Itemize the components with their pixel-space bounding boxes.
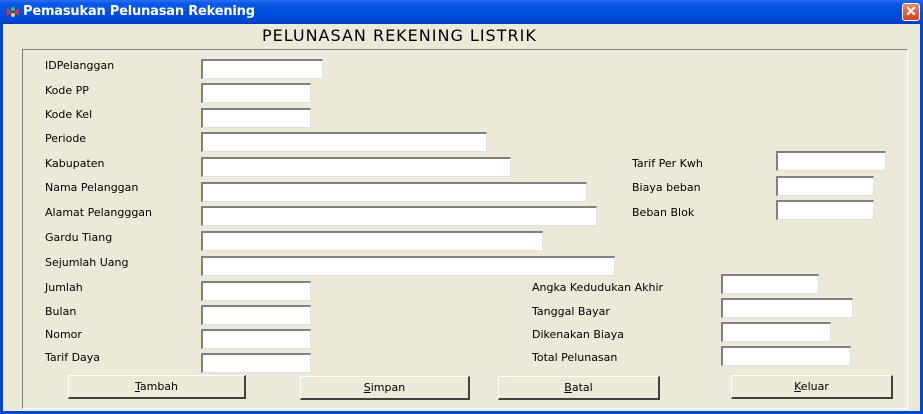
batal-mnemonic: B xyxy=(564,381,572,394)
label-kode-kel: Kode Kel xyxy=(45,108,93,121)
nama-pelanggan-input[interactable] xyxy=(201,182,587,202)
sejumlah-uang-input[interactable] xyxy=(201,256,615,276)
nomor-input[interactable] xyxy=(201,329,311,349)
label-bulan: Bulan xyxy=(45,305,77,318)
label-sejumlah-uang: Sejumlah Uang xyxy=(45,256,129,269)
label-kode-pp: Kode PP xyxy=(45,84,89,97)
bulan-input[interactable] xyxy=(201,305,311,325)
window-border-left xyxy=(0,24,3,414)
label-gardu-tiang: Gardu Tiang xyxy=(45,231,113,244)
close-icon: ✕ xyxy=(905,3,917,19)
tambah-button[interactable]: Tambah xyxy=(68,375,246,399)
kode-pp-input[interactable] xyxy=(201,83,311,103)
label-dikenakan-biaya: Dikenakan Biaya xyxy=(532,328,624,341)
app-icon xyxy=(7,7,19,17)
simpan-button[interactable]: Simpan xyxy=(300,376,470,400)
gardu-tiang-input[interactable] xyxy=(201,231,543,251)
batal-button[interactable]: Batal xyxy=(498,376,660,400)
label-alamat-pelanggan: Alamat Pelangggan xyxy=(45,206,153,219)
tanggal-bayar-input[interactable] xyxy=(721,298,853,318)
label-id-pelanggan: IDPelanggan xyxy=(45,59,115,72)
label-total-pelunasan: Total Pelunasan xyxy=(532,351,618,364)
biaya-beban-input[interactable] xyxy=(776,176,874,196)
label-beban-blok: Beban Blok xyxy=(632,206,695,219)
label-tanggal-bayar: Tanggal Bayar xyxy=(532,305,610,318)
angka-kedudukan-akhir-input[interactable] xyxy=(721,274,819,294)
kabupaten-input[interactable] xyxy=(201,157,511,177)
tarif-daya-input[interactable] xyxy=(201,353,311,373)
window-title: Pemasukan Pelunasan Rekening xyxy=(23,4,255,19)
total-pelunasan-input[interactable] xyxy=(721,346,851,366)
alamat-pelanggan-input[interactable] xyxy=(201,206,597,226)
keluar-label: eluar xyxy=(800,380,829,393)
jumlah-input[interactable] xyxy=(201,281,311,301)
close-button[interactable]: ✕ xyxy=(902,3,920,21)
label-tarif-per-kwh: Tarif Per Kwh xyxy=(632,157,703,170)
label-kabupaten: Kabupaten xyxy=(45,157,105,170)
simpan-label: impan xyxy=(370,381,406,394)
label-biaya-beban: Biaya beban xyxy=(632,181,701,194)
dikenakan-biaya-input[interactable] xyxy=(721,322,831,342)
tarif-per-kwh-input[interactable] xyxy=(776,151,886,171)
tambah-label: ambah xyxy=(139,380,179,393)
label-jumlah: Jumlah xyxy=(45,281,83,294)
label-nomor: Nomor xyxy=(45,328,82,341)
label-angka-kedudukan-akhir: Angka Kedudukan Akhir xyxy=(532,281,664,294)
title-bar: Pemasukan Pelunasan Rekening ✕ xyxy=(0,0,923,24)
keluar-mnemonic: K xyxy=(794,380,801,393)
simpan-mnemonic: S xyxy=(363,381,371,394)
periode-input[interactable] xyxy=(201,132,487,152)
keluar-button[interactable]: Keluar xyxy=(731,375,893,399)
batal-label: atal xyxy=(571,381,593,394)
label-nama-pelanggan: Nama Pelanggan xyxy=(45,181,139,194)
form-heading: PELUNASAN REKENING LISTRIK xyxy=(262,26,537,45)
id-pelanggan-input[interactable] xyxy=(201,59,323,79)
beban-blok-input[interactable] xyxy=(776,200,874,220)
label-tarif-daya: Tarif Daya xyxy=(45,351,101,364)
kode-kel-input[interactable] xyxy=(201,108,311,128)
label-periode: Periode xyxy=(45,132,87,145)
